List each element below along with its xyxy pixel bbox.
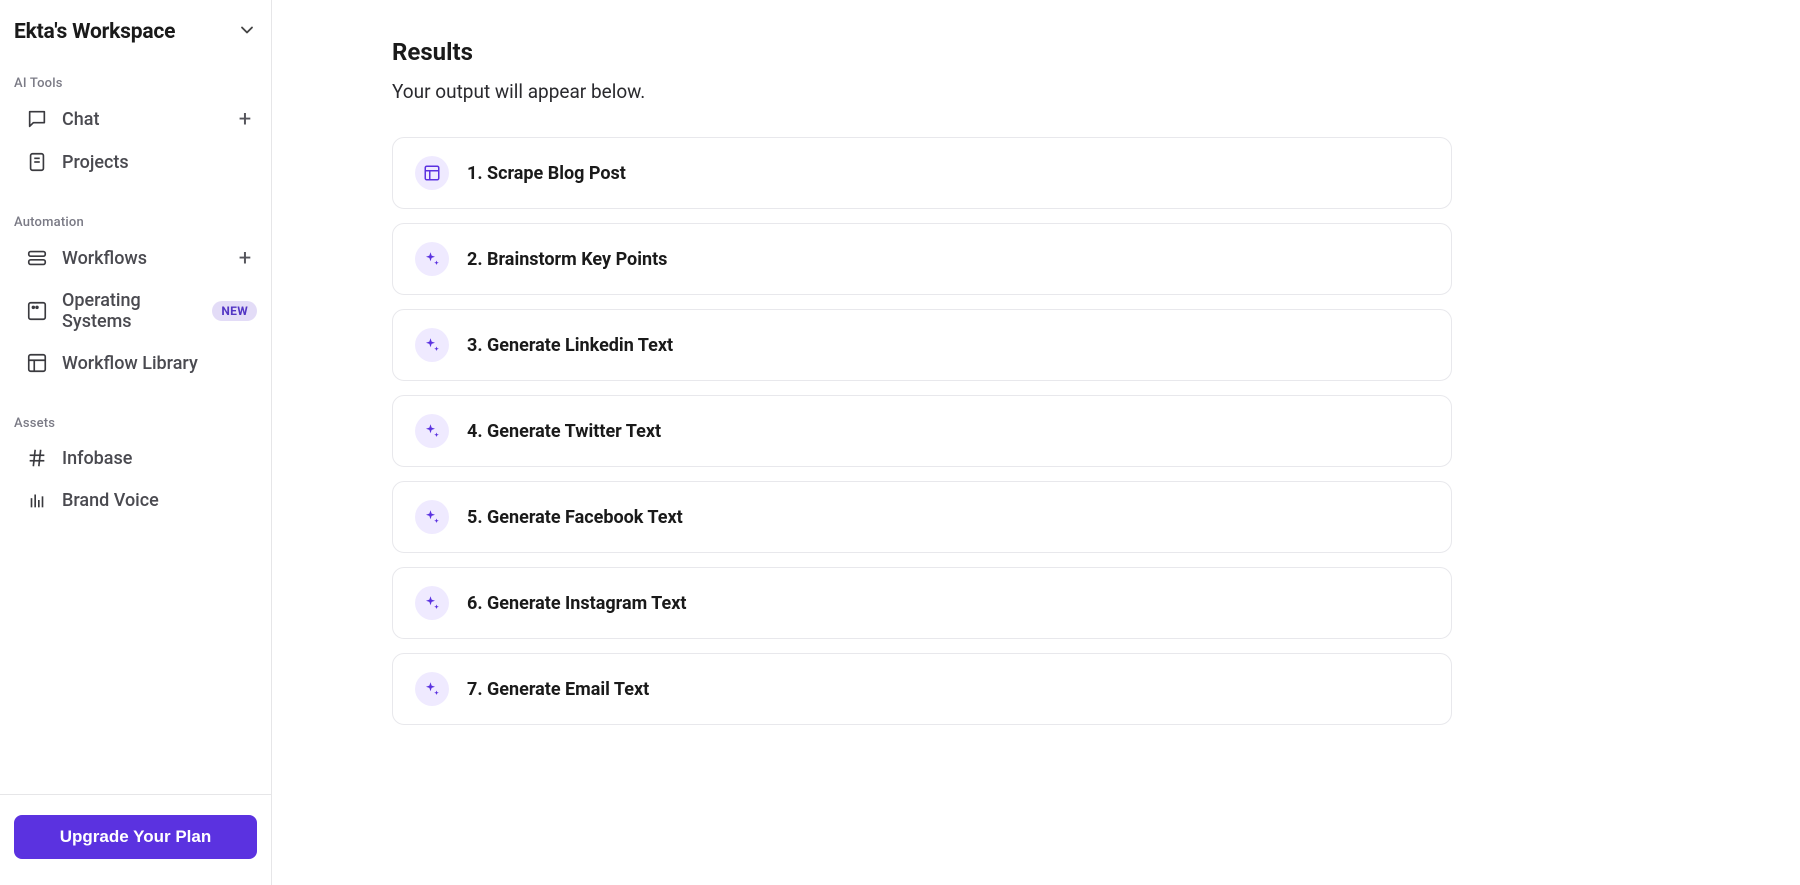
step-card[interactable]: 1. Scrape Blog Post xyxy=(392,137,1452,209)
sidebar-item-label: Workflows xyxy=(62,248,219,269)
step-card[interactable]: 2. Brainstorm Key Points xyxy=(392,223,1452,295)
sidebar: Ekta's Workspace AI Tools Chat + Project… xyxy=(0,0,272,885)
sidebar-item-label: Projects xyxy=(62,152,257,173)
sidebar-item-workflow-library[interactable]: Workflow Library xyxy=(0,342,271,384)
step-title: 7. Generate Email Text xyxy=(467,679,649,700)
step-card[interactable]: 6. Generate Instagram Text xyxy=(392,567,1452,639)
sparkle-icon xyxy=(415,242,449,276)
main-content: Results Your output will appear below. 1… xyxy=(272,0,1800,885)
library-icon xyxy=(26,352,48,374)
workspace-name: Ekta's Workspace xyxy=(14,20,175,44)
section-label-ai-tools: AI Tools xyxy=(0,64,271,97)
sparkle-icon xyxy=(415,328,449,362)
results-title: Results xyxy=(392,38,1452,66)
workflows-icon xyxy=(26,247,48,269)
step-title: 5. Generate Facebook Text xyxy=(467,507,683,528)
sidebar-item-chat[interactable]: Chat + xyxy=(0,97,271,141)
sidebar-footer: Upgrade Your Plan xyxy=(0,794,271,885)
sidebar-item-infobase[interactable]: Infobase xyxy=(0,437,271,479)
sidebar-item-brand-voice[interactable]: Brand Voice xyxy=(0,479,271,521)
sparkle-icon xyxy=(415,500,449,534)
step-card[interactable]: 3. Generate Linkedin Text xyxy=(392,309,1452,381)
sparkle-icon xyxy=(415,672,449,706)
add-chat-button[interactable]: + xyxy=(233,107,257,131)
bars-icon xyxy=(26,489,48,511)
sidebar-item-label: Operating Systems xyxy=(62,290,198,332)
sparkle-icon xyxy=(415,414,449,448)
section-label-assets: Assets xyxy=(0,404,271,437)
step-title: 3. Generate Linkedin Text xyxy=(467,335,673,356)
step-title: 1. Scrape Blog Post xyxy=(467,163,626,184)
sidebar-item-label: Brand Voice xyxy=(62,490,257,511)
sidebar-item-label: Infobase xyxy=(62,448,257,469)
step-title: 4. Generate Twitter Text xyxy=(467,421,661,442)
upgrade-plan-button[interactable]: Upgrade Your Plan xyxy=(14,815,257,859)
hash-icon xyxy=(26,447,48,469)
chevron-down-icon xyxy=(237,20,257,44)
sidebar-item-label: Chat xyxy=(62,109,219,130)
chat-icon xyxy=(26,108,48,130)
scrape-icon xyxy=(415,156,449,190)
os-icon xyxy=(26,300,48,322)
results-subtitle: Your output will appear below. xyxy=(392,80,1452,103)
step-title: 2. Brainstorm Key Points xyxy=(467,249,667,270)
file-icon xyxy=(26,151,48,173)
section-label-automation: Automation xyxy=(0,203,271,236)
sidebar-item-workflows[interactable]: Workflows + xyxy=(0,236,271,280)
step-card[interactable]: 7. Generate Email Text xyxy=(392,653,1452,725)
sparkle-icon xyxy=(415,586,449,620)
step-card[interactable]: 4. Generate Twitter Text xyxy=(392,395,1452,467)
sidebar-item-projects[interactable]: Projects xyxy=(0,141,271,183)
new-badge: NEW xyxy=(212,301,257,321)
step-card[interactable]: 5. Generate Facebook Text xyxy=(392,481,1452,553)
workspace-switcher[interactable]: Ekta's Workspace xyxy=(0,20,271,64)
sidebar-item-operating-systems[interactable]: Operating Systems NEW xyxy=(0,280,271,342)
add-workflow-button[interactable]: + xyxy=(233,246,257,270)
sidebar-item-label: Workflow Library xyxy=(62,353,257,374)
step-title: 6. Generate Instagram Text xyxy=(467,593,687,614)
